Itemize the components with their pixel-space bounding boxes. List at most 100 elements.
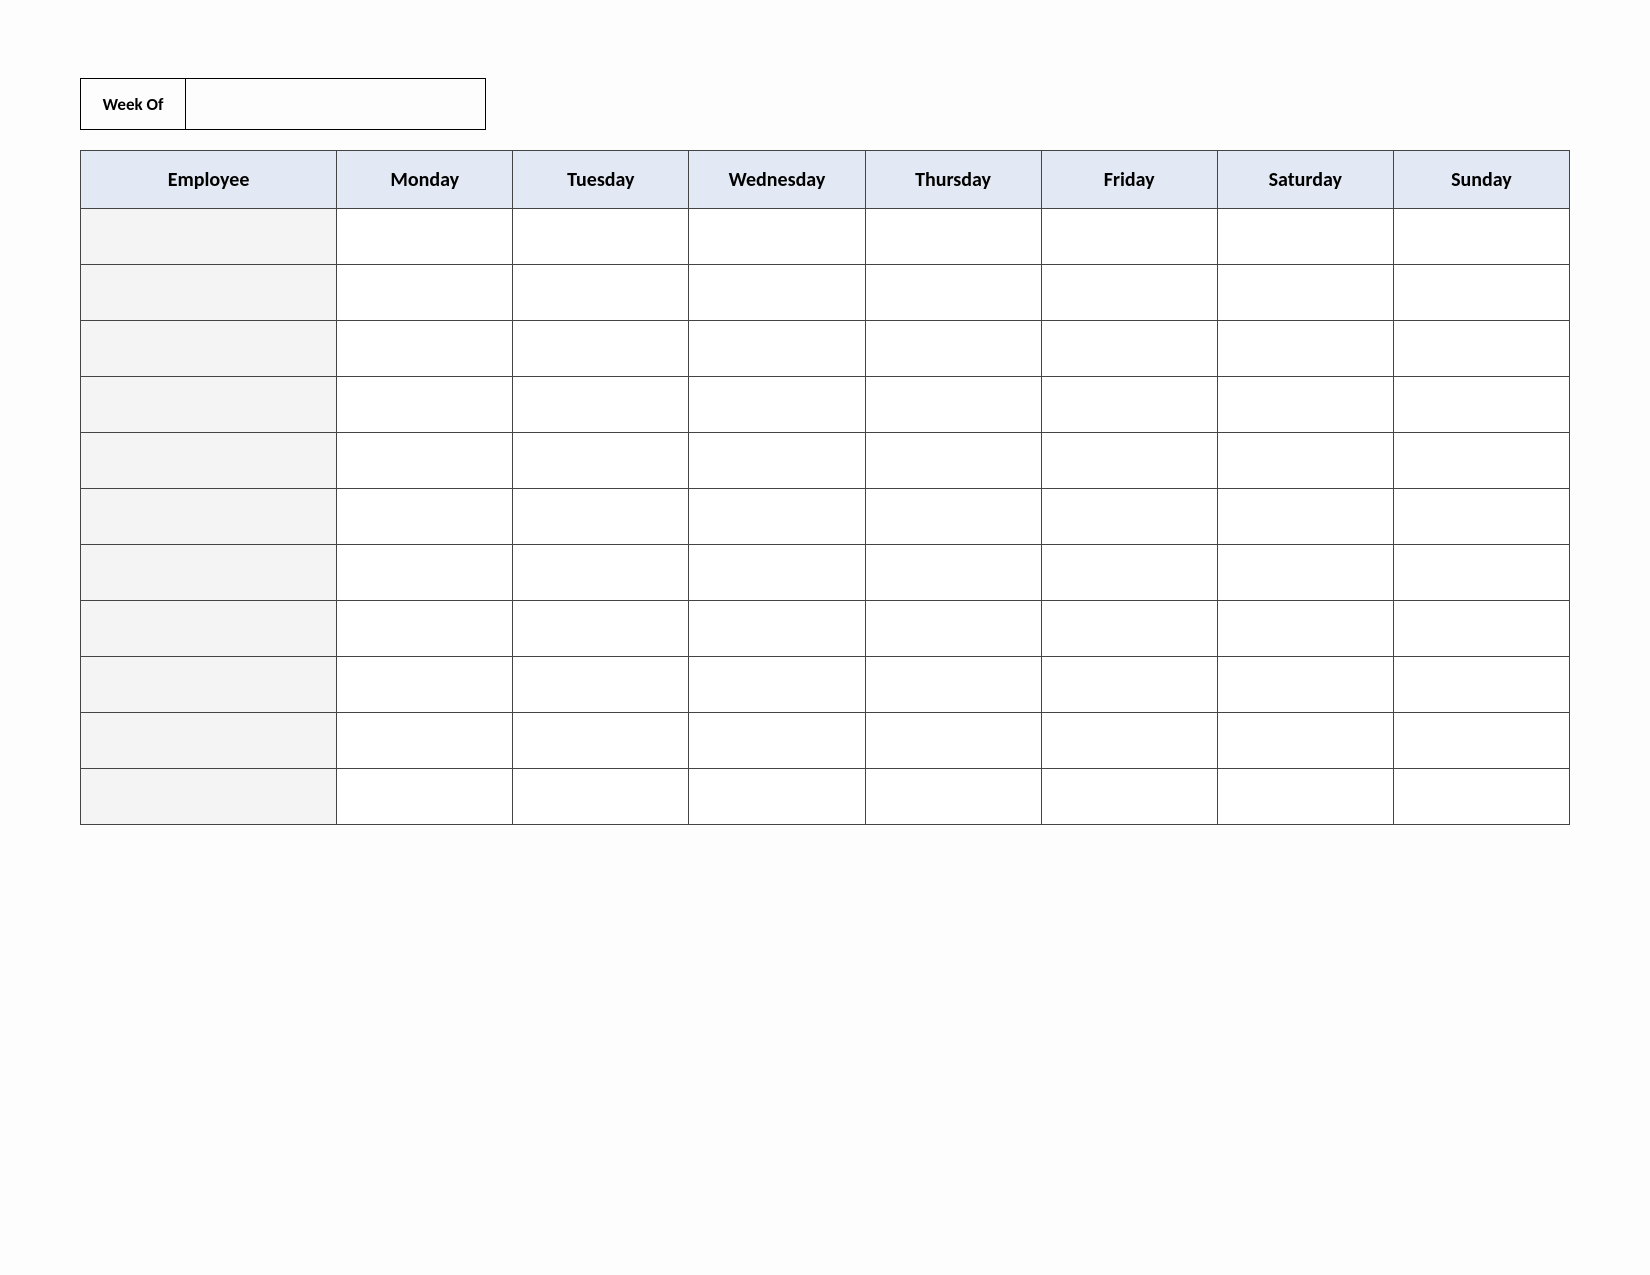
schedule-cell[interactable] [513, 321, 689, 377]
schedule-cell[interactable] [1041, 433, 1217, 489]
schedule-cell[interactable] [513, 489, 689, 545]
schedule-cell[interactable] [689, 657, 865, 713]
schedule-cell[interactable] [1041, 769, 1217, 825]
schedule-cell[interactable] [1217, 377, 1393, 433]
schedule-cell[interactable] [1393, 713, 1569, 769]
schedule-cell[interactable] [1393, 657, 1569, 713]
schedule-cell[interactable] [337, 545, 513, 601]
schedule-cell[interactable] [865, 601, 1041, 657]
schedule-cell[interactable] [1217, 433, 1393, 489]
schedule-cell[interactable] [1041, 657, 1217, 713]
schedule-cell[interactable] [865, 713, 1041, 769]
week-of-input[interactable] [186, 78, 486, 130]
table-row [81, 433, 1570, 489]
schedule-cell[interactable] [337, 769, 513, 825]
schedule-cell[interactable] [1217, 713, 1393, 769]
employee-cell[interactable] [81, 489, 337, 545]
schedule-cell[interactable] [689, 209, 865, 265]
schedule-cell[interactable] [689, 769, 865, 825]
schedule-cell[interactable] [689, 601, 865, 657]
schedule-cell[interactable] [1217, 321, 1393, 377]
schedule-cell[interactable] [1393, 601, 1569, 657]
employee-cell[interactable] [81, 713, 337, 769]
table-row [81, 713, 1570, 769]
schedule-cell[interactable] [689, 713, 865, 769]
schedule-cell[interactable] [513, 657, 689, 713]
schedule-cell[interactable] [1393, 377, 1569, 433]
header-monday: Monday [337, 151, 513, 209]
schedule-cell[interactable] [1393, 545, 1569, 601]
employee-cell[interactable] [81, 545, 337, 601]
schedule-cell[interactable] [865, 489, 1041, 545]
schedule-cell[interactable] [513, 377, 689, 433]
schedule-cell[interactable] [337, 489, 513, 545]
schedule-cell[interactable] [337, 321, 513, 377]
header-wednesday: Wednesday [689, 151, 865, 209]
schedule-cell[interactable] [1217, 769, 1393, 825]
schedule-cell[interactable] [513, 713, 689, 769]
schedule-cell[interactable] [865, 433, 1041, 489]
schedule-cell[interactable] [1393, 769, 1569, 825]
schedule-cell[interactable] [1041, 601, 1217, 657]
schedule-cell[interactable] [1217, 489, 1393, 545]
employee-cell[interactable] [81, 657, 337, 713]
schedule-cell[interactable] [513, 545, 689, 601]
schedule-cell[interactable] [689, 321, 865, 377]
table-row [81, 265, 1570, 321]
schedule-cell[interactable] [513, 209, 689, 265]
schedule-cell[interactable] [1393, 489, 1569, 545]
schedule-cell[interactable] [865, 265, 1041, 321]
schedule-cell[interactable] [865, 657, 1041, 713]
schedule-cell[interactable] [337, 713, 513, 769]
schedule-cell[interactable] [337, 265, 513, 321]
schedule-cell[interactable] [689, 433, 865, 489]
table-row [81, 545, 1570, 601]
schedule-cell[interactable] [337, 601, 513, 657]
employee-cell[interactable] [81, 769, 337, 825]
schedule-cell[interactable] [865, 209, 1041, 265]
schedule-cell[interactable] [1393, 321, 1569, 377]
schedule-cell[interactable] [1041, 321, 1217, 377]
employee-cell[interactable] [81, 433, 337, 489]
schedule-cell[interactable] [1041, 545, 1217, 601]
schedule-cell[interactable] [1217, 209, 1393, 265]
schedule-cell[interactable] [1217, 265, 1393, 321]
schedule-cell[interactable] [513, 433, 689, 489]
table-body [81, 209, 1570, 825]
schedule-cell[interactable] [1393, 209, 1569, 265]
schedule-cell[interactable] [1041, 377, 1217, 433]
schedule-cell[interactable] [513, 265, 689, 321]
employee-cell[interactable] [81, 265, 337, 321]
schedule-cell[interactable] [337, 209, 513, 265]
schedule-cell[interactable] [1041, 209, 1217, 265]
schedule-cell[interactable] [689, 265, 865, 321]
schedule-cell[interactable] [865, 377, 1041, 433]
employee-cell[interactable] [81, 321, 337, 377]
schedule-cell[interactable] [689, 489, 865, 545]
schedule-cell[interactable] [1217, 657, 1393, 713]
schedule-cell[interactable] [1217, 601, 1393, 657]
schedule-cell[interactable] [337, 433, 513, 489]
schedule-cell[interactable] [689, 377, 865, 433]
schedule-cell[interactable] [865, 321, 1041, 377]
employee-cell[interactable] [81, 209, 337, 265]
employee-cell[interactable] [81, 377, 337, 433]
schedule-cell[interactable] [1041, 713, 1217, 769]
table-row [81, 489, 1570, 545]
schedule-cell[interactable] [513, 601, 689, 657]
header-sunday: Sunday [1393, 151, 1569, 209]
schedule-cell[interactable] [865, 769, 1041, 825]
schedule-cell[interactable] [689, 545, 865, 601]
schedule-cell[interactable] [513, 769, 689, 825]
schedule-cell[interactable] [1217, 545, 1393, 601]
schedule-cell[interactable] [1041, 489, 1217, 545]
employee-cell[interactable] [81, 601, 337, 657]
schedule-cell[interactable] [1041, 265, 1217, 321]
week-of-row: Week Of [80, 78, 1570, 130]
schedule-cell[interactable] [865, 545, 1041, 601]
schedule-cell[interactable] [337, 657, 513, 713]
schedule-cell[interactable] [337, 377, 513, 433]
schedule-cell[interactable] [1393, 265, 1569, 321]
table-row [81, 601, 1570, 657]
schedule-cell[interactable] [1393, 433, 1569, 489]
